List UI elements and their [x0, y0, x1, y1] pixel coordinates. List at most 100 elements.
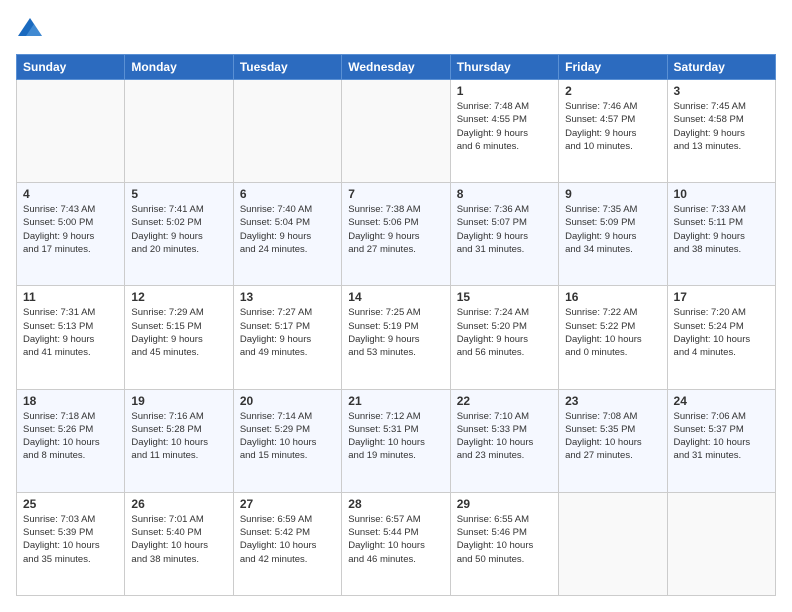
header	[16, 16, 776, 44]
day-info: Sunrise: 7:33 AM Sunset: 5:11 PM Dayligh…	[674, 203, 769, 256]
calendar-cell: 15 Sunrise: 7:24 AM Sunset: 5:20 PM Dayli…	[450, 286, 558, 389]
calendar-cell: 19 Sunrise: 7:16 AM Sunset: 5:28 PM Dayli…	[125, 389, 233, 492]
day-info: Sunrise: 7:10 AM Sunset: 5:33 PM Dayligh…	[457, 410, 552, 463]
day-number: 16	[565, 290, 660, 304]
day-number: 19	[131, 394, 226, 408]
calendar-cell: 21 Sunrise: 7:12 AM Sunset: 5:31 PM Dayli…	[342, 389, 450, 492]
day-number: 6	[240, 187, 335, 201]
calendar-cell: 14Sunrise: 7:25 AM Sunset: 5:19 PM Dayli…	[342, 286, 450, 389]
day-number: 8	[457, 187, 552, 201]
day-info: Sunrise: 6:59 AM Sunset: 5:42 PM Dayligh…	[240, 513, 335, 566]
calendar-cell: 13 Sunrise: 7:27 AM Sunset: 5:17 PM Dayli…	[233, 286, 341, 389]
day-number: 3	[674, 84, 769, 98]
day-header-sunday: Sunday	[17, 55, 125, 80]
calendar-cell: 8 Sunrise: 7:36 AM Sunset: 5:07 PM Daylig…	[450, 183, 558, 286]
day-number: 20	[240, 394, 335, 408]
day-info: Sunrise: 7:22 AM Sunset: 5:22 PM Dayligh…	[565, 306, 660, 359]
day-info: Sunrise: 7:06 AM Sunset: 5:37 PM Dayligh…	[674, 410, 769, 463]
calendar-cell: 1 Sunrise: 7:48 AM Sunset: 4:55 PM Daylig…	[450, 80, 558, 183]
day-number: 29	[457, 497, 552, 511]
day-info: Sunrise: 7:38 AM Sunset: 5:06 PM Dayligh…	[348, 203, 443, 256]
day-number: 25	[23, 497, 118, 511]
calendar-cell: 9 Sunrise: 7:35 AM Sunset: 5:09 PM Daylig…	[559, 183, 667, 286]
calendar-cell: 10 Sunrise: 7:33 AM Sunset: 5:11 PM Dayli…	[667, 183, 775, 286]
calendar-cell: 12 Sunrise: 7:29 AM Sunset: 5:15 PM Dayli…	[125, 286, 233, 389]
day-number: 12	[131, 290, 226, 304]
day-info: Sunrise: 7:24 AM Sunset: 5:20 PM Dayligh…	[457, 306, 552, 359]
calendar-cell: 28 Sunrise: 6:57 AM Sunset: 5:44 PM Dayli…	[342, 492, 450, 595]
calendar-cell: 2Sunrise: 7:46 AM Sunset: 4:57 PM Daylig…	[559, 80, 667, 183]
calendar-week-2: 11Sunrise: 7:31 AM Sunset: 5:13 PM Dayli…	[17, 286, 776, 389]
day-info: Sunrise: 7:08 AM Sunset: 5:35 PM Dayligh…	[565, 410, 660, 463]
calendar-cell: 6 Sunrise: 7:40 AM Sunset: 5:04 PM Daylig…	[233, 183, 341, 286]
logo-icon	[16, 16, 44, 44]
day-info: Sunrise: 6:55 AM Sunset: 5:46 PM Dayligh…	[457, 513, 552, 566]
day-info: Sunrise: 7:03 AM Sunset: 5:39 PM Dayligh…	[23, 513, 118, 566]
day-info: Sunrise: 7:48 AM Sunset: 4:55 PM Dayligh…	[457, 100, 552, 153]
calendar-cell: 4 Sunrise: 7:43 AM Sunset: 5:00 PM Daylig…	[17, 183, 125, 286]
calendar-cell: 11Sunrise: 7:31 AM Sunset: 5:13 PM Dayli…	[17, 286, 125, 389]
day-number: 4	[23, 187, 118, 201]
calendar-cell: 27 Sunrise: 6:59 AM Sunset: 5:42 PM Dayli…	[233, 492, 341, 595]
calendar-cell: 7 Sunrise: 7:38 AM Sunset: 5:06 PM Daylig…	[342, 183, 450, 286]
calendar-cell	[17, 80, 125, 183]
day-info: Sunrise: 7:18 AM Sunset: 5:26 PM Dayligh…	[23, 410, 118, 463]
day-number: 7	[348, 187, 443, 201]
calendar-header-row: SundayMondayTuesdayWednesdayThursdayFrid…	[17, 55, 776, 80]
day-number: 5	[131, 187, 226, 201]
calendar-cell: 18Sunrise: 7:18 AM Sunset: 5:26 PM Dayli…	[17, 389, 125, 492]
day-info: Sunrise: 7:43 AM Sunset: 5:00 PM Dayligh…	[23, 203, 118, 256]
day-number: 11	[23, 290, 118, 304]
day-header-friday: Friday	[559, 55, 667, 80]
day-info: Sunrise: 7:41 AM Sunset: 5:02 PM Dayligh…	[131, 203, 226, 256]
calendar-cell	[233, 80, 341, 183]
logo	[16, 16, 48, 44]
calendar-cell: 17Sunrise: 7:20 AM Sunset: 5:24 PM Dayli…	[667, 286, 775, 389]
day-header-monday: Monday	[125, 55, 233, 80]
calendar-cell: 16 Sunrise: 7:22 AM Sunset: 5:22 PM Dayli…	[559, 286, 667, 389]
day-info: Sunrise: 7:25 AM Sunset: 5:19 PM Dayligh…	[348, 306, 443, 359]
calendar-week-0: 1 Sunrise: 7:48 AM Sunset: 4:55 PM Daylig…	[17, 80, 776, 183]
day-number: 28	[348, 497, 443, 511]
calendar-week-1: 4 Sunrise: 7:43 AM Sunset: 5:00 PM Daylig…	[17, 183, 776, 286]
day-info: Sunrise: 7:27 AM Sunset: 5:17 PM Dayligh…	[240, 306, 335, 359]
day-info: Sunrise: 7:20 AM Sunset: 5:24 PM Dayligh…	[674, 306, 769, 359]
day-number: 10	[674, 187, 769, 201]
day-header-wednesday: Wednesday	[342, 55, 450, 80]
day-info: Sunrise: 7:29 AM Sunset: 5:15 PM Dayligh…	[131, 306, 226, 359]
day-number: 27	[240, 497, 335, 511]
day-header-saturday: Saturday	[667, 55, 775, 80]
day-info: Sunrise: 7:12 AM Sunset: 5:31 PM Dayligh…	[348, 410, 443, 463]
page: SundayMondayTuesdayWednesdayThursdayFrid…	[0, 0, 792, 612]
day-number: 13	[240, 290, 335, 304]
day-info: Sunrise: 6:57 AM Sunset: 5:44 PM Dayligh…	[348, 513, 443, 566]
day-info: Sunrise: 7:36 AM Sunset: 5:07 PM Dayligh…	[457, 203, 552, 256]
day-number: 23	[565, 394, 660, 408]
calendar-cell: 24 Sunrise: 7:06 AM Sunset: 5:37 PM Dayli…	[667, 389, 775, 492]
day-info: Sunrise: 7:35 AM Sunset: 5:09 PM Dayligh…	[565, 203, 660, 256]
calendar-cell: 25 Sunrise: 7:03 AM Sunset: 5:39 PM Dayli…	[17, 492, 125, 595]
calendar-cell: 23 Sunrise: 7:08 AM Sunset: 5:35 PM Dayli…	[559, 389, 667, 492]
day-number: 22	[457, 394, 552, 408]
calendar-cell	[667, 492, 775, 595]
calendar-week-3: 18Sunrise: 7:18 AM Sunset: 5:26 PM Dayli…	[17, 389, 776, 492]
day-number: 15	[457, 290, 552, 304]
day-header-tuesday: Tuesday	[233, 55, 341, 80]
day-number: 24	[674, 394, 769, 408]
calendar-cell: 3 Sunrise: 7:45 AM Sunset: 4:58 PM Daylig…	[667, 80, 775, 183]
day-info: Sunrise: 7:40 AM Sunset: 5:04 PM Dayligh…	[240, 203, 335, 256]
calendar-cell: 5 Sunrise: 7:41 AM Sunset: 5:02 PM Daylig…	[125, 183, 233, 286]
calendar-table: SundayMondayTuesdayWednesdayThursdayFrid…	[16, 54, 776, 596]
calendar-cell: 26Sunrise: 7:01 AM Sunset: 5:40 PM Dayli…	[125, 492, 233, 595]
day-info: Sunrise: 7:14 AM Sunset: 5:29 PM Dayligh…	[240, 410, 335, 463]
day-info: Sunrise: 7:45 AM Sunset: 4:58 PM Dayligh…	[674, 100, 769, 153]
day-number: 1	[457, 84, 552, 98]
day-info: Sunrise: 7:16 AM Sunset: 5:28 PM Dayligh…	[131, 410, 226, 463]
day-header-thursday: Thursday	[450, 55, 558, 80]
calendar-cell: 20 Sunrise: 7:14 AM Sunset: 5:29 PM Dayli…	[233, 389, 341, 492]
calendar-week-4: 25 Sunrise: 7:03 AM Sunset: 5:39 PM Dayli…	[17, 492, 776, 595]
calendar-cell	[559, 492, 667, 595]
day-number: 9	[565, 187, 660, 201]
day-number: 21	[348, 394, 443, 408]
day-number: 2	[565, 84, 660, 98]
